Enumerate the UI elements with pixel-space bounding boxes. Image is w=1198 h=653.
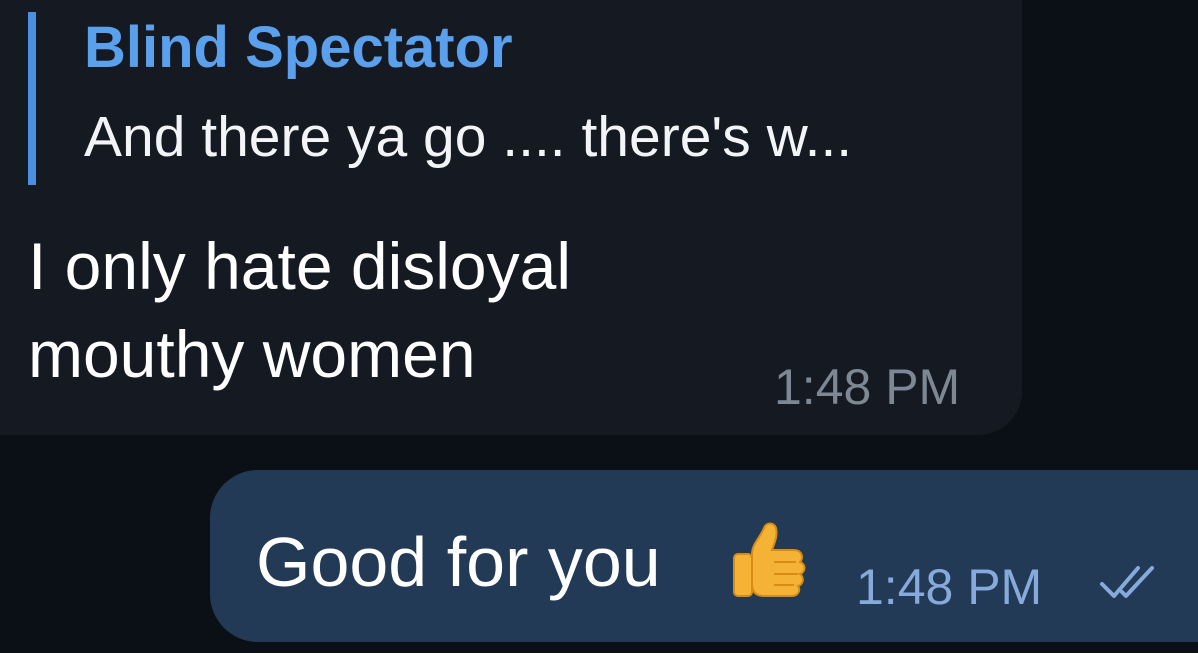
incoming-message-line: I only hate disloyal <box>28 229 571 303</box>
double-check-icon <box>1100 566 1154 598</box>
outgoing-message-text: Good for you <box>256 523 661 601</box>
reply-author: Blind Spectator <box>84 15 513 80</box>
chat-view: Blind Spectator And there ya go .... the… <box>0 0 1198 653</box>
incoming-message-text: I only hate disloyal mouthy women <box>28 222 728 398</box>
outgoing-timestamp: 1:48 PM <box>856 559 1043 615</box>
incoming-timestamp: 1:48 PM <box>774 359 961 415</box>
reply-quote[interactable]: Blind Spectator And there ya go .... the… <box>28 12 852 185</box>
outgoing-message-bubble[interactable]: Good for you 1:48 PM <box>210 470 1198 642</box>
incoming-message-bubble[interactable]: Blind Spectator And there ya go .... the… <box>0 0 1022 435</box>
incoming-message-line: mouthy women <box>28 317 476 391</box>
thumbs-up-icon <box>733 522 806 597</box>
reply-snippet: And there ya go .... there's w... <box>84 105 853 169</box>
